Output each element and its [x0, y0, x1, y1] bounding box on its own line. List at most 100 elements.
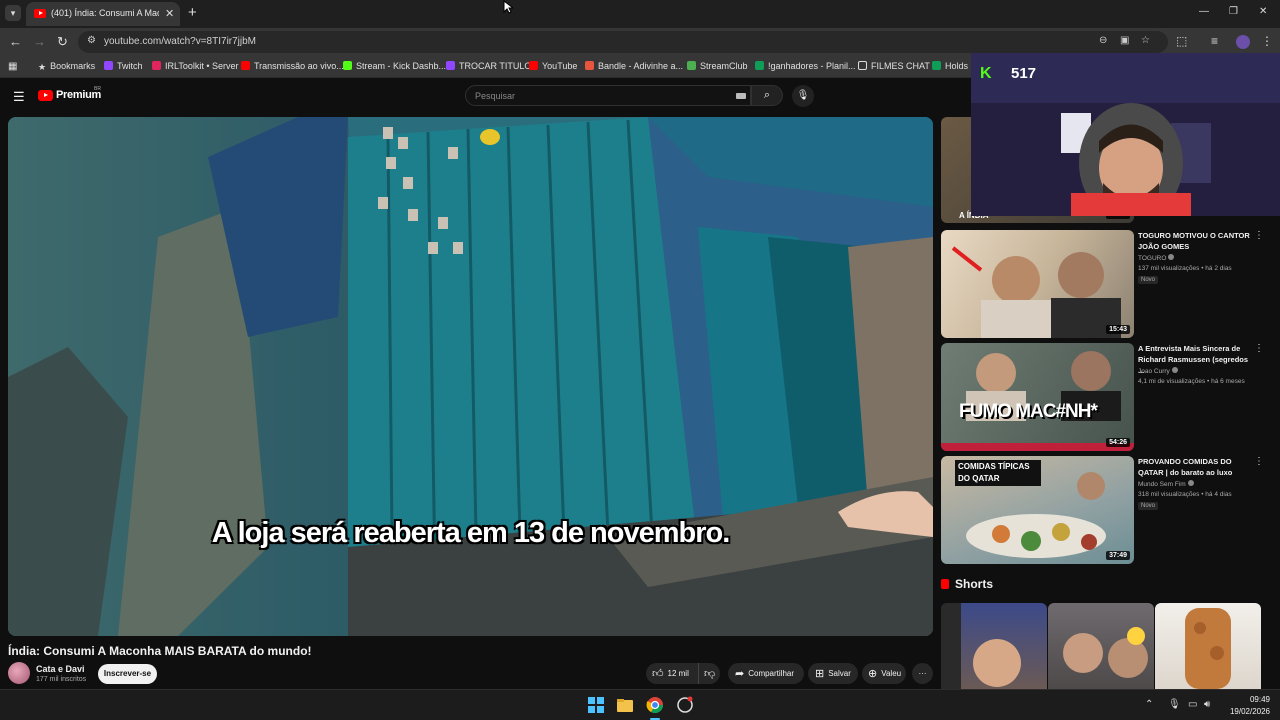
site-info-icon[interactable]: ⚙: [87, 35, 96, 46]
search-icon: ⌕: [763, 89, 771, 101]
close-window-icon[interactable]: ✕: [1259, 6, 1267, 17]
new-badge: Novo: [1138, 276, 1159, 284]
url-text[interactable]: youtube.com/watch?v=8TI7ir7jjbM: [104, 36, 256, 47]
chrome-menu-icon[interactable]: ⋮: [1261, 34, 1273, 48]
video-duration: 54:26: [1106, 438, 1130, 447]
bookmark-item[interactable]: Twitch: [104, 61, 143, 71]
thanks-button[interactable]: ⊕ Valeu: [862, 663, 906, 684]
more-options-icon[interactable]: ⋮: [1254, 343, 1264, 354]
zoom-icon[interactable]: ⊖: [1099, 35, 1107, 46]
more-actions-button[interactable]: ···: [912, 663, 933, 684]
restore-icon[interactable]: ❐: [1229, 6, 1238, 17]
apps-grid-icon[interactable]: ▦: [8, 61, 17, 72]
more-icon: ···: [918, 669, 927, 678]
short-thumbnail[interactable]: [941, 603, 1047, 689]
video-player[interactable]: A loja será reaberta em 13 de novembro.: [8, 117, 933, 636]
network-icon[interactable]: ▭: [1188, 699, 1197, 710]
recommendation-item[interactable]: 15:43 TOGURO MOTIVOU O CANTOR JOÃO GOMES…: [941, 230, 1271, 338]
bookmark-item[interactable]: Holds: [932, 61, 968, 71]
dislike-button[interactable]: 👎︎: [698, 663, 720, 684]
video-frame: [8, 117, 933, 636]
video-thumbnail[interactable]: FUMO MAC#NH* 54:26: [941, 343, 1134, 451]
channel-avatar[interactable]: [8, 662, 30, 684]
clock-time[interactable]: 09:49: [1246, 695, 1270, 704]
microphone-tray-icon[interactable]: 🎙︎: [1168, 699, 1181, 710]
browser-tab-strip: ▾ (401) Índia: Consumi A Maconha MAIS BA…: [0, 0, 1280, 28]
save-label: Salvar: [828, 669, 851, 678]
video-thumbnail[interactable]: 15:43: [941, 230, 1134, 338]
save-button[interactable]: ⊞ Salvar: [808, 663, 858, 684]
bookmark-item[interactable]: YouTube: [529, 61, 577, 71]
file-explorer-icon[interactable]: [616, 696, 634, 714]
reload-button[interactable]: ↻: [57, 34, 68, 50]
channel-name[interactable]: Mundo Sem Fim: [1138, 480, 1194, 488]
kick-logo-icon: K: [980, 65, 992, 82]
profile-avatar[interactable]: [1236, 35, 1250, 49]
chrome-icon[interactable]: [646, 696, 664, 714]
bookmark-folder[interactable]: FILMES CHAT: [858, 61, 930, 71]
recommendation-item[interactable]: COMIDAS TÍPICAS DO QATAR 37:49 PROVANDO …: [941, 456, 1271, 564]
sheets-icon: [932, 61, 941, 70]
media-controls-icon[interactable]: ≡: [1211, 34, 1218, 48]
youtube-favicon-icon: [34, 9, 46, 18]
youtube-icon: [241, 61, 250, 70]
youtube-icon: [529, 61, 538, 70]
video-title[interactable]: PROVANDO COMIDAS DO QATAR | do barato ao…: [1138, 456, 1256, 478]
video-meta: 318 mil visualizações • há 4 dias: [1138, 491, 1232, 498]
clock-date[interactable]: 19/02/2026: [1222, 707, 1270, 716]
tab-close-icon[interactable]: ✕: [165, 7, 174, 20]
cast-icon[interactable]: ▣: [1120, 35, 1129, 46]
short-thumbnail[interactable]: [1048, 603, 1154, 689]
bookmark-item[interactable]: IRLToolkit • Server: [152, 61, 239, 71]
more-options-icon[interactable]: ⋮: [1254, 230, 1264, 241]
like-button[interactable]: 👍︎ 12 mil: [646, 663, 698, 684]
voice-search-button[interactable]: 🎙︎: [792, 85, 814, 107]
extensions-icon[interactable]: ⬚: [1176, 34, 1187, 48]
bookmark-item[interactable]: !ganhadores - Planil...: [755, 61, 856, 71]
menu-icon[interactable]: ☰: [13, 89, 25, 105]
bookmark-item[interactable]: StreamClub: [687, 61, 748, 71]
bookmark-item[interactable]: TROCAR TITULO: [446, 61, 531, 71]
video-duration: 15:43: [1106, 325, 1130, 334]
video-meta: 4,1 mi de visualizações • há 6 meses: [1138, 378, 1245, 385]
sheets-icon: [755, 61, 764, 70]
thumbnail-image: [941, 351, 1134, 451]
short-image: [1063, 627, 1148, 678]
bookmark-item[interactable]: ★ Bookmarks: [38, 61, 95, 72]
keyboard-icon[interactable]: [736, 93, 746, 99]
irltoolkit-icon: [152, 61, 161, 70]
new-tab-button[interactable]: +: [188, 4, 197, 21]
like-count: 12 mil: [667, 669, 689, 678]
recommendation-item[interactable]: FUMO MAC#NH* 54:26 A Entrevista Mais Sin…: [941, 343, 1271, 451]
share-button[interactable]: ➦ Compartilhar: [728, 663, 804, 684]
short-thumbnail[interactable]: [1155, 603, 1261, 689]
tab-search-menu-button[interactable]: ▾: [5, 5, 21, 21]
tray-overflow-icon[interactable]: ⌃: [1145, 699, 1153, 710]
bookmark-item[interactable]: Stream - Kick Dashb...: [343, 61, 446, 71]
bookmark-item[interactable]: Bandle - Adivinhe a...: [585, 61, 683, 71]
video-title: Índia: Consumi A Maconha MAIS BARATA do …: [8, 644, 312, 658]
back-button[interactable]: ←: [9, 34, 22, 49]
verified-icon: [1171, 367, 1178, 373]
video-duration: 37:49: [1106, 551, 1130, 560]
channel-name[interactable]: Joao Curry: [1138, 367, 1178, 375]
video-thumbnail[interactable]: COMIDAS TÍPICAS DO QATAR 37:49: [941, 456, 1134, 564]
address-bar[interactable]: ⚙ youtube.com/watch?v=8TI7ir7jjbM ⊖ ▣ ☆: [78, 31, 1168, 53]
video-subtitle: A loja será reaberta em 13 de novembro.: [211, 517, 731, 549]
bookmark-item[interactable]: Transmissão ao vivo...: [241, 61, 344, 71]
bookmark-star-icon[interactable]: ☆: [1141, 35, 1150, 46]
search-button[interactable]: ⌕: [751, 85, 783, 106]
minimize-icon[interactable]: —: [1199, 6, 1209, 17]
forward-button[interactable]: →: [33, 34, 46, 49]
windows-start-icon[interactable]: [587, 696, 605, 714]
channel-name[interactable]: Cata e Davi: [36, 664, 85, 674]
video-title[interactable]: TOGURO MOTIVOU O CANTOR JOÃO GOMES: [1138, 230, 1256, 252]
channel-name[interactable]: TOGURO: [1138, 254, 1175, 262]
subscribe-button[interactable]: Inscrever-se: [98, 664, 157, 684]
search-input[interactable]: Pesquisar: [465, 85, 751, 106]
youtube-logo-icon[interactable]: [38, 90, 53, 101]
active-tab[interactable]: (401) Índia: Consumi A Maconha MAIS BARA…: [26, 2, 180, 26]
obs-icon[interactable]: [676, 696, 694, 714]
more-options-icon[interactable]: ⋮: [1254, 456, 1264, 467]
volume-icon[interactable]: 🔊︎: [1204, 699, 1210, 710]
